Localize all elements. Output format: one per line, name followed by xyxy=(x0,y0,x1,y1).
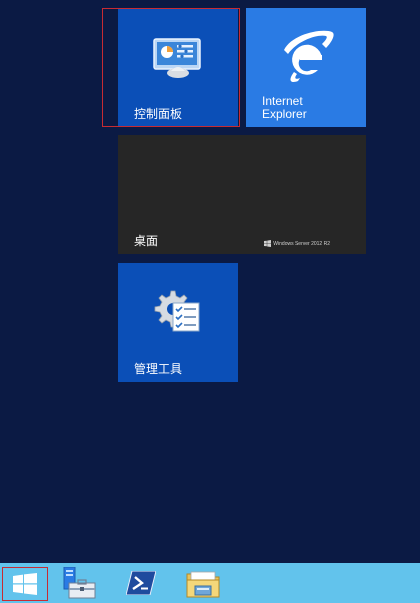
powershell-icon xyxy=(126,571,156,595)
desktop-tile[interactable]: 桌面 Windows Server 2012 R2 xyxy=(118,135,366,254)
admin-tools-icon xyxy=(154,290,200,332)
start-button[interactable] xyxy=(2,567,48,601)
server-manager-button[interactable] xyxy=(56,566,102,600)
internet-explorer-label: Internet Explorer xyxy=(262,94,307,121)
powershell-button[interactable] xyxy=(118,566,164,600)
windows-server-brand: Windows Server 2012 R2 xyxy=(264,240,330,247)
start-screen: 控制面板 Internet Explorer 桌面 Windows Server… xyxy=(0,0,420,563)
taskbar xyxy=(0,563,420,603)
windows-logo-icon xyxy=(13,573,37,595)
desktop-label: 桌面 xyxy=(134,234,159,248)
control-panel-tile[interactable]: 控制面板 xyxy=(118,8,238,127)
control-panel-icon xyxy=(153,38,201,78)
file-explorer-icon xyxy=(186,571,220,598)
windows-server-text: Windows Server 2012 R2 xyxy=(273,240,330,247)
admin-tools-label: 管理工具 xyxy=(134,362,183,376)
internet-explorer-icon xyxy=(284,30,334,82)
file-explorer-button[interactable] xyxy=(180,566,226,600)
windows-logo-icon xyxy=(264,240,272,247)
admin-tools-tile[interactable]: 管理工具 xyxy=(118,263,238,382)
internet-explorer-tile[interactable]: Internet Explorer xyxy=(246,8,366,127)
control-panel-label: 控制面板 xyxy=(134,107,183,121)
server-manager-icon xyxy=(63,567,96,599)
